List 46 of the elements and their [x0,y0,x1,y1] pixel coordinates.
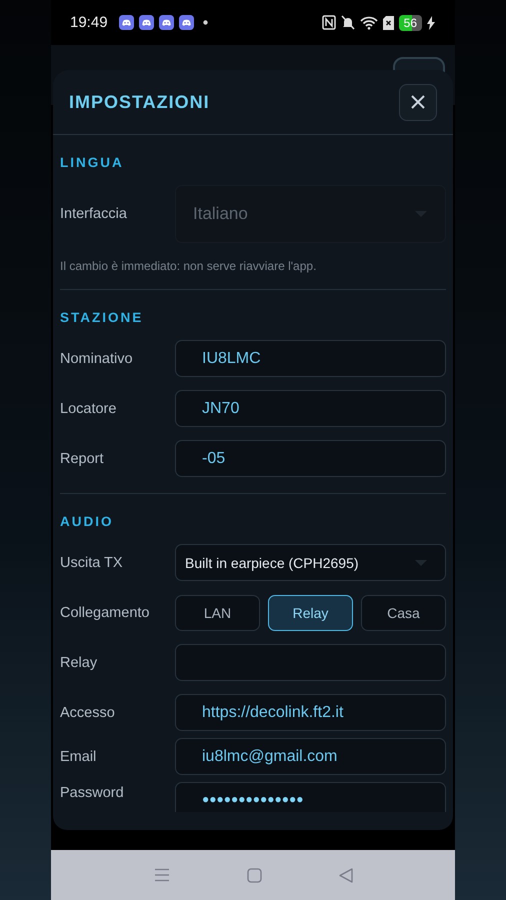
dropdown-caret-icon [415,560,427,566]
field-label: Password [60,784,125,801]
notification-icon [158,15,174,30]
field-label: Locatore [60,400,118,416]
notification-icon [178,15,194,30]
input-field[interactable]: -05 [175,440,446,477]
dropdown-value: Built in earpiece (CPH2695) [185,554,359,570]
segment-button[interactable]: LAN [175,594,260,630]
bell-muted-icon [340,15,355,30]
charging-icon [427,16,435,30]
field-label: Uscita TX [60,554,124,570]
home-icon[interactable] [246,868,262,882]
field-label: Email [60,748,98,764]
input-field[interactable] [175,644,446,681]
field-label: Accesso [60,704,116,720]
field-label: Collegamento [60,604,150,620]
input-field[interactable]: iu8lmc@gmail.com [175,738,446,775]
input-field[interactable]: https://decolink.ft2.it [175,694,446,731]
notification-icon [118,15,134,30]
back-icon[interactable] [338,868,352,882]
section-title: LINGUA [60,155,124,170]
field-label: Report [60,450,105,466]
field-label: Nominativo [60,350,134,366]
input-field[interactable]: IU8LMC [175,340,446,377]
status-time: 19:49 [70,14,108,31]
wifi-icon [360,16,378,30]
field-label: Interfaccia [60,206,128,222]
close-button[interactable] [399,84,437,120]
segment-button[interactable]: Casa [361,594,446,630]
sim-card-icon [382,16,394,30]
segment-button[interactable]: Relay [268,594,353,630]
section-title: STAZIONE [60,310,144,325]
dropdown-value: Italiano [193,204,248,224]
hint-text: Il cambio è immediato: non serve riavviare l'app. [60,259,318,273]
input-field[interactable]: JN70 [175,390,446,427]
menu-icon[interactable] [154,868,170,882]
more-notifications-icon [202,20,208,25]
battery-level: 56 [398,14,422,30]
field-label: Relay [60,654,98,670]
dropdown-field[interactable]: Built in earpiece (CPH2695) [175,544,446,581]
close-icon [410,94,426,110]
section-title: AUDIO [60,514,114,529]
password-field[interactable]: ●●●●●●●●●●●●●● [175,782,446,812]
nfc-icon [322,15,336,30]
dialog-title: IMPOSTAZIONI [69,92,210,112]
notification-icon [138,15,154,30]
